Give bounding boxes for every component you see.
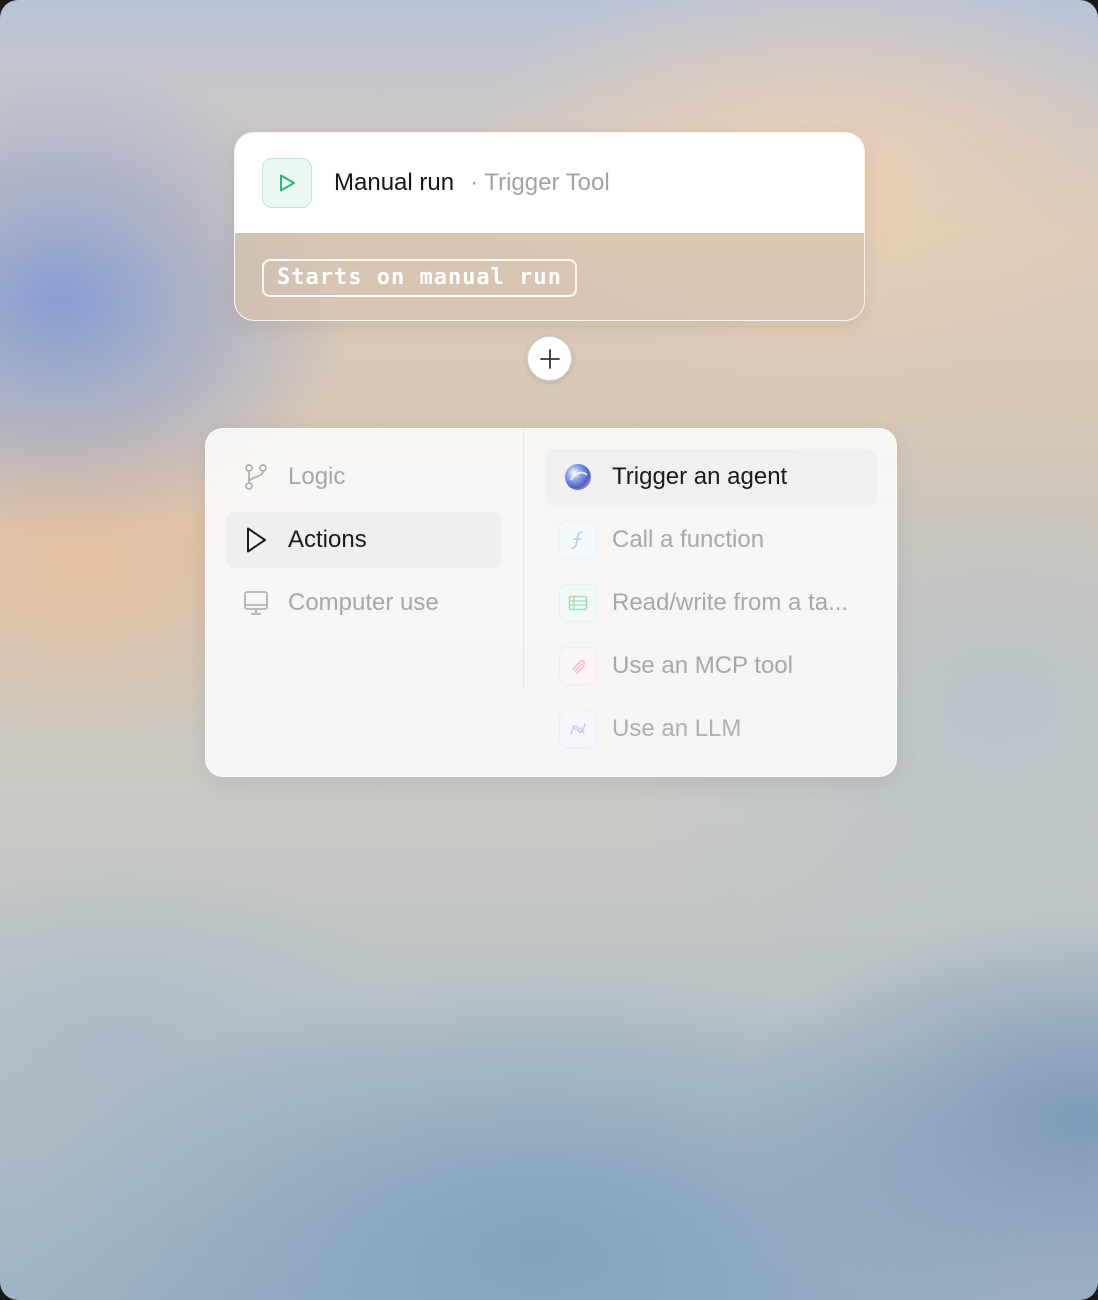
menu-divider xyxy=(523,429,524,689)
branch-icon xyxy=(242,463,270,491)
trigger-card-header: Manual run · Trigger Tool xyxy=(235,133,864,233)
category-label: Logic xyxy=(288,463,346,490)
category-logic[interactable]: Logic xyxy=(226,449,501,505)
action-label: Use an MCP tool xyxy=(612,652,793,679)
mcp-icon xyxy=(559,647,597,685)
plus-icon xyxy=(539,348,560,369)
step-picker-menu: Logic Actions Computer use Trigger an ag… xyxy=(205,428,897,777)
action-label: Trigger an agent xyxy=(612,463,788,490)
play-icon xyxy=(262,158,312,208)
action-mcp-tool[interactable]: Use an MCP tool xyxy=(545,638,877,694)
trigger-card[interactable]: Manual run · Trigger Tool Starts on manu… xyxy=(234,132,865,321)
action-label: Read/write from a ta... xyxy=(612,589,849,616)
monitor-icon xyxy=(242,589,270,617)
action-label: Use an LLM xyxy=(612,715,742,742)
action-trigger-agent[interactable]: Trigger an agent xyxy=(545,449,877,505)
action-label: Call a function xyxy=(612,526,765,553)
play-outline-icon xyxy=(242,526,270,554)
trigger-title: Manual run xyxy=(334,169,455,196)
agent-orb-icon xyxy=(559,458,597,496)
category-computer-use[interactable]: Computer use xyxy=(226,575,501,631)
llm-icon xyxy=(559,710,597,748)
trigger-type: Trigger Tool xyxy=(484,169,610,196)
trigger-card-footer: Starts on manual run xyxy=(235,233,864,320)
trigger-description: Starts on manual run xyxy=(262,258,577,297)
add-step-button[interactable] xyxy=(527,336,572,381)
table-icon xyxy=(559,584,597,622)
trigger-separator: · xyxy=(470,169,479,196)
category-actions[interactable]: Actions xyxy=(226,512,501,568)
action-call-function[interactable]: Call a function xyxy=(545,512,877,568)
action-use-llm[interactable]: Use an LLM xyxy=(545,701,877,757)
background-canvas: Manual run · Trigger Tool Starts on manu… xyxy=(0,0,1098,1300)
action-read-write-table[interactable]: Read/write from a ta... xyxy=(545,575,877,631)
function-icon xyxy=(559,521,597,559)
category-label: Actions xyxy=(288,526,367,553)
category-label: Computer use xyxy=(288,589,439,616)
trigger-subtitle: · Trigger Tool xyxy=(470,169,610,197)
